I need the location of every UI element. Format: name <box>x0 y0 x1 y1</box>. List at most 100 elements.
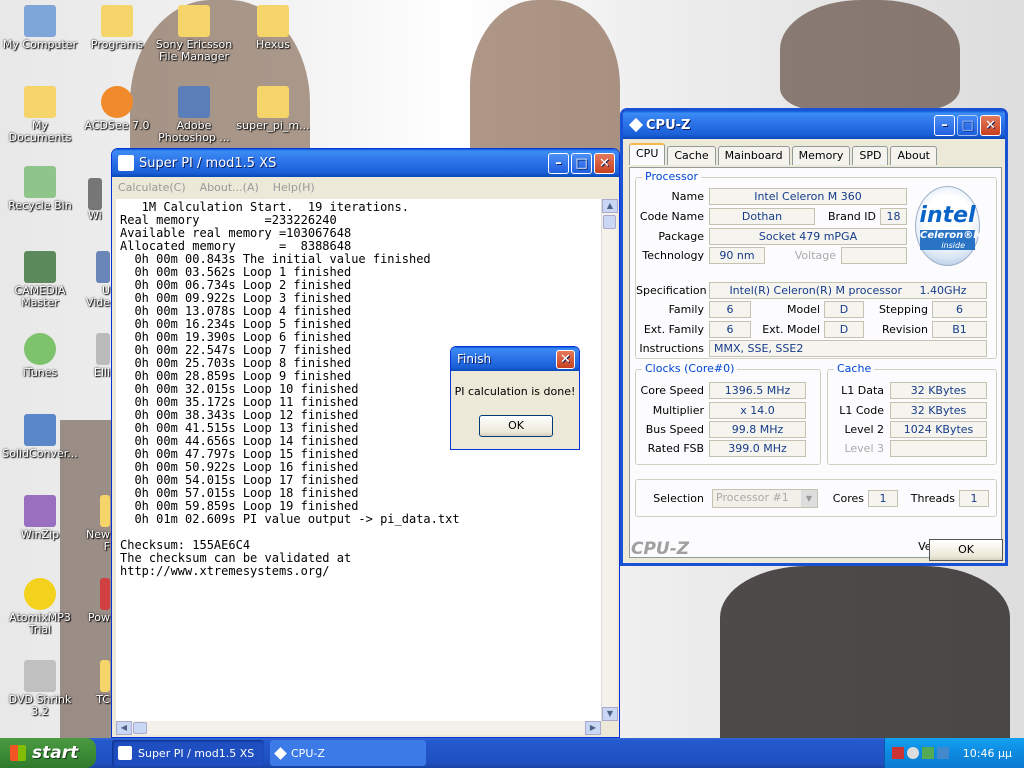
superpi-titlebar[interactable]: Super PI / mod1.5 XS – □ ✕ <box>112 149 619 177</box>
maximize-button[interactable]: □ <box>957 114 978 136</box>
finish-titlebar[interactable]: Finish ✕ <box>451 347 579 371</box>
taskbar-item-superpi[interactable]: Super PI / mod1.5 XS <box>112 740 264 766</box>
desktop-icon-super-pi[interactable]: super_pi_m... <box>233 86 313 132</box>
minimize-button[interactable]: – <box>934 114 955 136</box>
camedia-icon <box>24 251 56 283</box>
start-button[interactable]: start <box>0 738 96 768</box>
dvd-shrink-icon <box>24 660 56 692</box>
winzip-icon <box>24 495 56 527</box>
intel-celeron-logo: intel Celeron®M inside <box>915 186 983 266</box>
desktop-icon-recycle-bin[interactable]: Recycle Bin <box>0 166 80 212</box>
close-button[interactable]: ✕ <box>594 152 615 174</box>
network-icon[interactable] <box>891 747 904 759</box>
menu-about[interactable]: About...(A) <box>200 181 259 194</box>
cpuz-ok-button[interactable]: OK <box>929 539 1003 561</box>
brandid-label: Brand ID <box>828 210 876 223</box>
processor-group: Processor Name Intel Celeron M 360 Code … <box>635 170 997 359</box>
maximize-button[interactable]: □ <box>571 152 592 174</box>
desktop-icon-sony-ericsson[interactable]: Sony Ericsson File Manager <box>154 5 234 63</box>
cpuz-window[interactable]: CPU-Z – □ ✕ CPU Cache Mainboard Memory S… <box>620 108 1008 566</box>
package-label: Package <box>658 230 704 243</box>
folder-icon <box>101 5 133 37</box>
close-button[interactable]: ✕ <box>980 114 1001 136</box>
folder-icon <box>257 5 289 37</box>
menu-help[interactable]: Help(H) <box>273 181 315 194</box>
desktop-icon-my-computer[interactable]: My Computer <box>0 5 80 51</box>
folder-icon <box>100 660 110 692</box>
clock[interactable]: 10:46 μμ <box>963 747 1012 760</box>
power-icon[interactable] <box>936 747 949 759</box>
l1code-value: 32 KBytes <box>890 402 987 419</box>
taskbar-item-cpuz[interactable]: CPU-Z <box>270 740 426 766</box>
scroll-left-button[interactable]: ◀ <box>116 721 132 735</box>
horizontal-scrollbar[interactable]: ◀ ▶ <box>116 721 601 735</box>
family-value: 6 <box>709 301 751 318</box>
desktop-icon-photoshop[interactable]: Adobe Photoshop ... <box>154 86 234 144</box>
desktop-icon-atomixmp3[interactable]: AtomixMP3 Trial <box>0 578 80 636</box>
app-icon <box>96 333 110 365</box>
codename-label: Code Name <box>639 210 704 223</box>
tab-mainboard[interactable]: Mainboard <box>717 146 790 165</box>
minimize-button[interactable]: – <box>548 152 569 174</box>
scroll-down-button[interactable]: ▼ <box>602 707 618 721</box>
security-icon[interactable] <box>921 747 934 759</box>
tab-spd[interactable]: SPD <box>852 146 889 165</box>
revision-value: B1 <box>932 321 987 338</box>
folder-icon <box>178 5 210 37</box>
voltage-value <box>841 247 907 264</box>
desktop-icon-partial-newf[interactable]: New F <box>78 495 110 553</box>
desktop-icon-my-documents[interactable]: My Documents <box>0 86 80 144</box>
tab-about[interactable]: About <box>890 146 937 165</box>
system-tray: 10:46 μμ <box>884 738 1024 768</box>
bus-speed-label: Bus Speed <box>645 423 704 436</box>
desktop-icon-hexus[interactable]: Hexus <box>233 5 313 51</box>
desktop-icon-winzip[interactable]: WinZip <box>0 495 80 541</box>
clocks-group-label: Clocks (Core#0) <box>642 362 738 375</box>
desktop-icon-camedia[interactable]: CAMEDIA Master <box>0 251 80 309</box>
close-button[interactable]: ✕ <box>556 349 575 369</box>
rated-fsb-label: Rated FSB <box>647 442 704 455</box>
threads-label: Threads <box>910 492 955 505</box>
extfamily-label: Ext. Family <box>643 323 704 336</box>
solidconverter-icon <box>24 414 56 446</box>
finish-dialog[interactable]: Finish ✕ PI calculation is done! OK <box>450 346 580 450</box>
scroll-up-button[interactable]: ▲ <box>602 199 618 213</box>
tab-memory[interactable]: Memory <box>791 146 851 165</box>
volume-icon[interactable] <box>906 747 919 759</box>
processor-select[interactable]: Processor #1 ▼ <box>712 489 818 508</box>
intel-brand: intel <box>919 203 976 228</box>
cpuz-tabs: CPU Cache Mainboard Memory SPD About <box>623 139 1005 165</box>
finish-ok-button[interactable]: OK <box>479 415 553 437</box>
scroll-right-button[interactable]: ▶ <box>585 721 601 735</box>
menu-calculate[interactable]: Calculate(C) <box>118 181 186 194</box>
start-label: start <box>32 743 79 763</box>
cpuz-app-icon <box>274 746 287 760</box>
documents-folder-icon <box>24 86 56 118</box>
processor-group-label: Processor <box>642 170 701 183</box>
cpuz-titlebar[interactable]: CPU-Z – □ ✕ <box>623 111 1005 139</box>
extmodel-value: D <box>824 321 864 338</box>
scroll-thumb[interactable] <box>603 215 616 229</box>
superpi-menubar: Calculate(C) About...(A) Help(H) <box>112 177 619 197</box>
folder-icon <box>257 86 289 118</box>
taskbar-item-cpuz-label: CPU-Z <box>291 746 325 760</box>
tab-cache[interactable]: Cache <box>667 146 716 165</box>
desktop-icon-itunes[interactable]: iTunes <box>0 333 80 379</box>
vertical-scrollbar[interactable]: ▲ ▼ <box>601 199 618 721</box>
level2-label: Level 2 <box>844 423 884 436</box>
desktop-icon-partial-tc[interactable]: TC <box>96 660 110 706</box>
tray-icons[interactable] <box>891 747 949 759</box>
desktop-icon-partial-wi[interactable]: Wi <box>88 178 110 222</box>
desktop-icon-dvd-shrink[interactable]: DVD Shrink 3.2 <box>0 660 80 718</box>
desktop-icon-partial-elli[interactable]: Elli <box>90 333 110 379</box>
model-label: Model <box>786 303 820 316</box>
desktop-icon-acdsee[interactable]: ACDSee 7.0 <box>77 86 157 132</box>
hscroll-thumb[interactable] <box>133 722 147 734</box>
desktop-icon-partial-pow[interactable]: Pow <box>88 578 110 624</box>
tab-cpu[interactable]: CPU <box>629 143 666 165</box>
desktop-icon-solidconverter[interactable]: SolidConver... <box>0 414 80 460</box>
desktop-icon-programs[interactable]: Programs <box>77 5 157 51</box>
stepping-value: 6 <box>932 301 987 318</box>
desktop-icon-partial-video[interactable]: U Vide <box>84 251 110 309</box>
superpi-app-icon <box>118 746 132 760</box>
